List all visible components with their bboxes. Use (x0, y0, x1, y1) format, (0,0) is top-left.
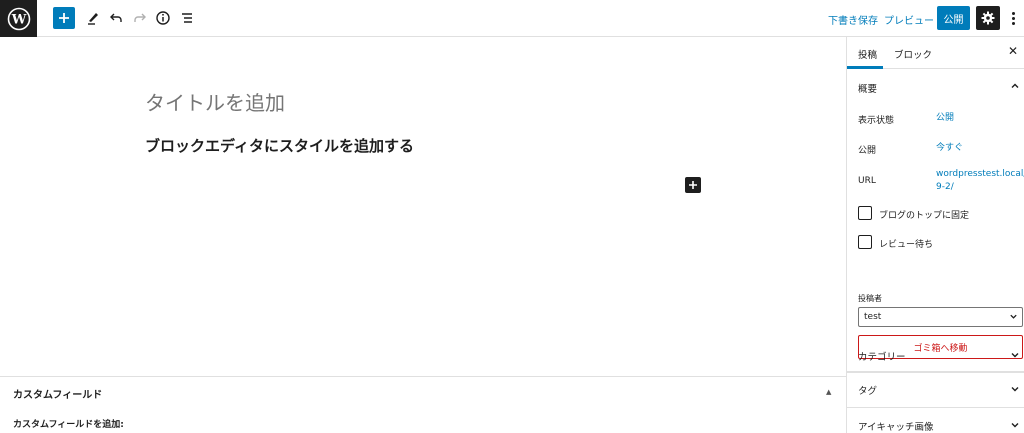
chevron-down-icon[interactable] (1010, 350, 1020, 360)
url-line: 9-2/ (936, 182, 954, 192)
settings-button[interactable] (976, 6, 1000, 30)
url-line: wordpresstest.local/1 (936, 169, 1024, 179)
chevron-up-icon[interactable] (1010, 81, 1020, 91)
tab-block[interactable]: ブロック (894, 47, 932, 61)
custom-fields-title: カスタムフィールド (13, 390, 103, 401)
author-select-value: test (864, 312, 882, 322)
block-inserter-button[interactable] (685, 177, 701, 193)
collapse-icon[interactable]: ▲ (826, 388, 831, 396)
chevron-down-icon[interactable] (1010, 420, 1020, 430)
redo-icon (134, 13, 146, 22)
tags-panel-title[interactable]: タグ (858, 383, 877, 397)
custom-fields-panel: カスタムフィールド ▲ カスタムフィールドを追加: (0, 376, 846, 433)
editor-canvas: タイトルを追加 ブロックエディタにスタイルを追加する (0, 37, 846, 376)
add-custom-field-label: カスタムフィールドを追加: (13, 420, 124, 430)
summary-title[interactable]: 概要 (858, 81, 877, 95)
sticky-checkbox[interactable] (858, 206, 872, 220)
categories-panel-title[interactable]: カテゴリー (858, 349, 906, 363)
list-view-icon (182, 13, 192, 23)
pending-review-checkbox[interactable] (858, 235, 872, 249)
list-view-button[interactable] (176, 7, 198, 29)
url-label: URL (858, 176, 876, 186)
post-title-input[interactable]: タイトルを追加 (145, 87, 285, 116)
save-draft-button[interactable]: 下書き保存 (828, 12, 878, 27)
settings-sidebar: 投稿 ブロック ✕ 概要 表示状態 公開 公開 今すぐ URL wordpres… (846, 37, 1024, 433)
gear-icon (981, 11, 995, 25)
svg-text:W: W (10, 12, 26, 27)
undo-button[interactable] (105, 7, 127, 29)
featured-image-panel-title[interactable]: アイキャッチ画像 (858, 419, 934, 433)
wordpress-logo-icon[interactable]: W (0, 0, 37, 37)
tools-button[interactable] (82, 7, 104, 29)
plus-icon (689, 181, 697, 189)
tags-divider (847, 407, 1024, 408)
publish-button[interactable]: 公開 (937, 6, 970, 30)
sidebar-tabs: 投稿 ブロック ✕ (847, 37, 1024, 69)
redo-button[interactable] (129, 7, 151, 29)
plus-icon (59, 13, 69, 23)
pencil-icon (88, 13, 98, 25)
tab-post[interactable]: 投稿 (858, 47, 877, 61)
heading-block[interactable]: ブロックエディタにスタイルを追加する (145, 135, 414, 156)
author-label: 投稿者 (858, 294, 882, 303)
publish-label: 公開 (858, 146, 877, 156)
add-block-button[interactable] (53, 7, 75, 29)
publish-date-value[interactable]: 今すぐ (936, 142, 963, 155)
author-select[interactable]: test (858, 307, 1023, 327)
preview-button[interactable]: プレビュー (884, 12, 934, 27)
chevron-down-icon (1010, 314, 1017, 319)
undo-icon (110, 13, 122, 22)
summary-panel: 概要 表示状態 公開 公開 今すぐ URL wordpresstest.loca… (847, 69, 1024, 372)
visibility-value[interactable]: 公開 (936, 112, 954, 125)
close-icon[interactable]: ✕ (1008, 44, 1018, 58)
visibility-label: 表示状態 (858, 116, 895, 126)
more-options-icon[interactable] (1007, 8, 1019, 28)
details-button[interactable] (152, 7, 174, 29)
info-icon (156, 11, 170, 25)
url-value[interactable]: wordpresstest.local/1 9-2/ (936, 168, 1024, 194)
top-toolbar: W 下書き保存 プレビュー 公開 (0, 0, 1024, 37)
chevron-down-icon[interactable] (1010, 384, 1020, 394)
sticky-label: ブログのトップに固定 (879, 211, 970, 221)
pending-review-label: レビュー待ち (879, 240, 934, 250)
categories-divider (847, 372, 1024, 373)
